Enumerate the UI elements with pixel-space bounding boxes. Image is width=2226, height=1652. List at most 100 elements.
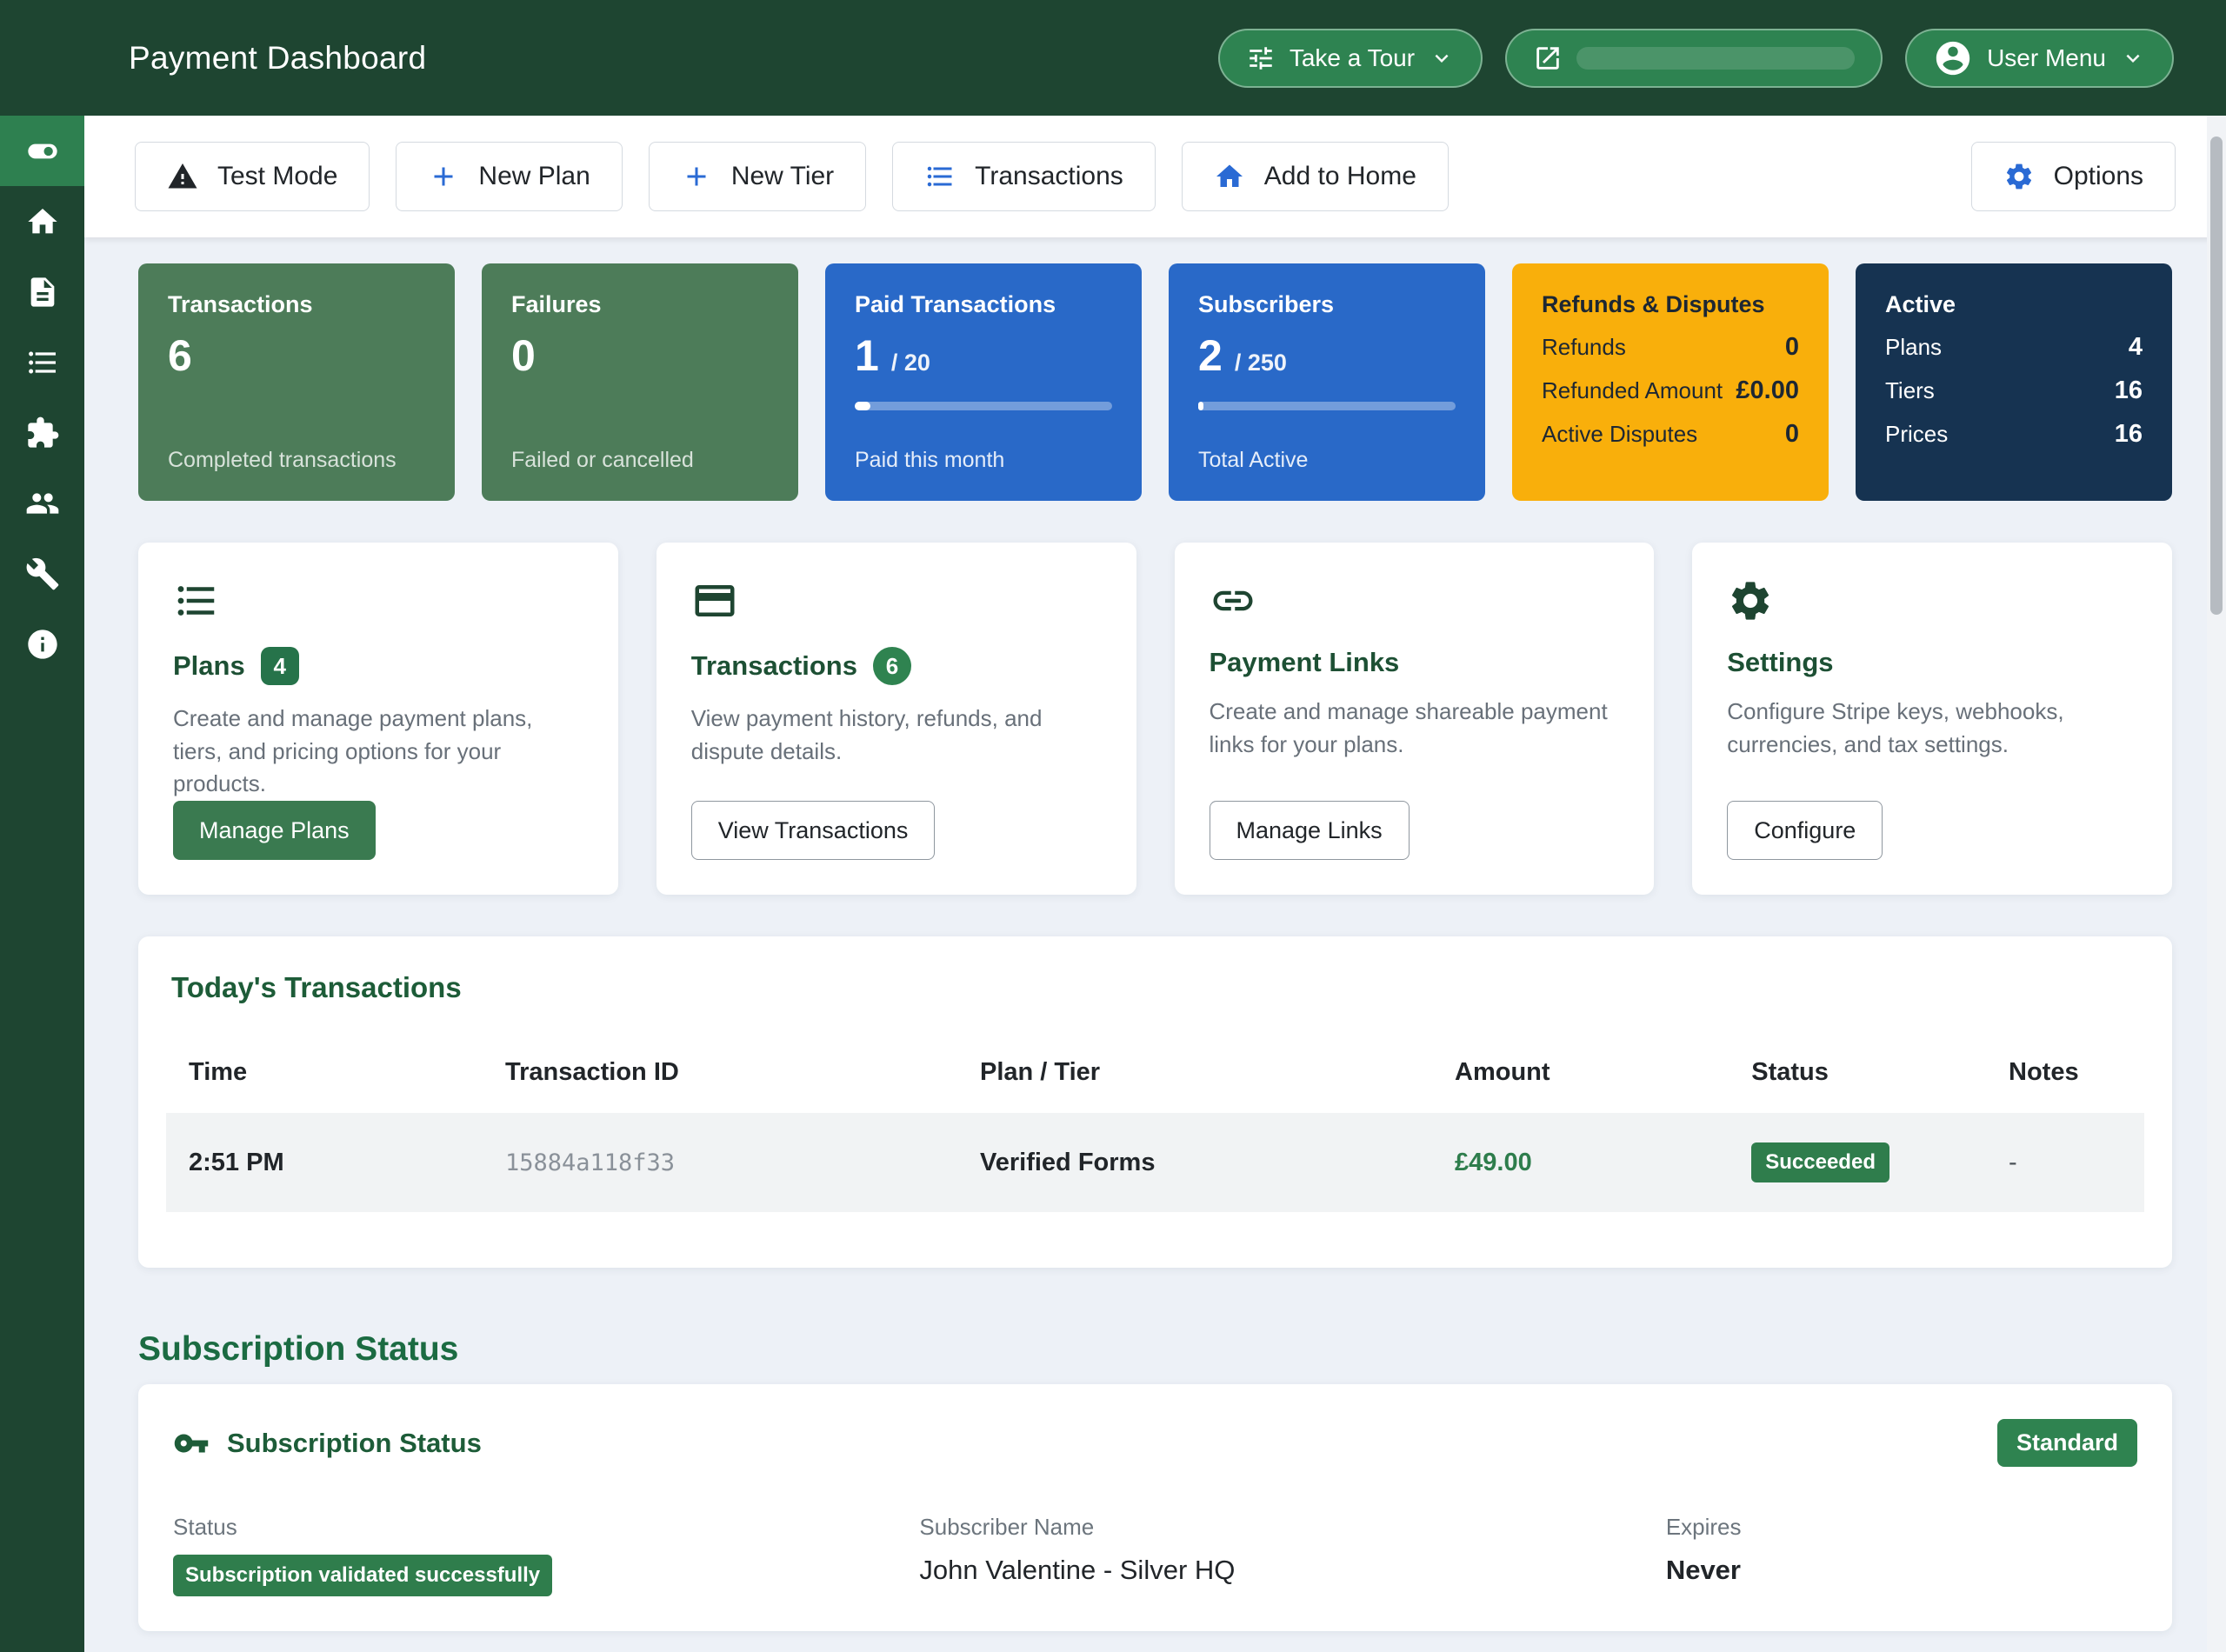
subscription-status-card: Subscription Status Standard Status Subs… bbox=[138, 1384, 2172, 1631]
list-icon bbox=[25, 345, 60, 380]
validation-badge: Subscription validated successfully bbox=[173, 1555, 552, 1596]
document-icon bbox=[25, 275, 60, 310]
feature-description: View payment history, refunds, and dispu… bbox=[691, 703, 1102, 768]
transactions-button[interactable]: Transactions bbox=[892, 142, 1156, 211]
status-badge: Succeeded bbox=[1751, 1142, 1889, 1182]
feature-title: Plans bbox=[173, 650, 245, 682]
feature-title-row: Plans 4 bbox=[173, 647, 583, 685]
stat-card-subscribers: Subscribers 2 / 250 Total Active bbox=[1169, 263, 1485, 501]
stat-title: Transactions bbox=[168, 291, 425, 318]
take-a-tour-button[interactable]: Take a Tour bbox=[1218, 29, 1483, 88]
sidebar-item-info[interactable] bbox=[0, 609, 84, 679]
count-badge: 6 bbox=[873, 647, 911, 685]
feature-title-row: Settings bbox=[1727, 647, 2137, 678]
test-mode-button[interactable]: Test Mode bbox=[135, 142, 370, 211]
wrench-icon bbox=[25, 556, 60, 591]
scrollbar-thumb[interactable] bbox=[2210, 137, 2223, 615]
scrollbar[interactable] bbox=[2207, 116, 2226, 1652]
stat-kv-row: Prices 16 bbox=[1885, 420, 2143, 449]
sidebar-item-list[interactable] bbox=[0, 327, 84, 397]
header: Payment Dashboard Take a Tour User Menu bbox=[0, 0, 2226, 116]
field-subscriber-name: Subscriber Name John Valentine - Silver … bbox=[919, 1514, 1665, 1596]
progress-fill bbox=[1198, 402, 1203, 410]
plus-icon bbox=[428, 161, 459, 192]
main-content: Transactions 6 Completed transactions Fa… bbox=[84, 237, 2226, 1652]
cell-plan-tier: Verified Forms bbox=[957, 1113, 1432, 1212]
subscriber-name: John Valentine - Silver HQ bbox=[919, 1555, 1665, 1586]
feature-title: Payment Links bbox=[1210, 647, 1400, 678]
manage-links-button[interactable]: Manage Links bbox=[1210, 801, 1410, 860]
feature-title: Settings bbox=[1727, 647, 1833, 678]
sidebar-item-toggle[interactable] bbox=[0, 116, 84, 186]
view-transactions-button[interactable]: View Transactions bbox=[691, 801, 936, 860]
stat-title: Failures bbox=[511, 291, 769, 318]
column-header-notes: Notes bbox=[1986, 1032, 2144, 1113]
list-icon bbox=[924, 161, 956, 192]
sidebar-item-documents[interactable] bbox=[0, 256, 84, 327]
transactions-table: Time Transaction ID Plan / Tier Amount S… bbox=[166, 1032, 2144, 1212]
stat-title: Paid Transactions bbox=[855, 291, 1112, 318]
table-row: 2:51 PM 15884a118f33 Verified Forms £49.… bbox=[166, 1113, 2144, 1212]
options-label: Options bbox=[2054, 162, 2143, 191]
options-button[interactable]: Options bbox=[1971, 142, 2176, 211]
kv-label: Prices bbox=[1885, 421, 1948, 448]
puzzle-icon bbox=[25, 416, 60, 450]
new-tier-button[interactable]: New Tier bbox=[649, 142, 866, 211]
feature-card-transactions: Transactions 6 View payment history, ref… bbox=[656, 543, 1136, 895]
sidebar-item-home[interactable] bbox=[0, 186, 84, 256]
stat-subtitle: Total Active bbox=[1198, 448, 1456, 473]
key-icon bbox=[173, 1425, 210, 1462]
user-menu-button[interactable]: User Menu bbox=[1905, 29, 2174, 88]
stat-subtitle: Failed or cancelled bbox=[511, 448, 769, 473]
feature-title-row: Payment Links bbox=[1210, 647, 1620, 678]
subscription-status-section-heading: Subscription Status bbox=[138, 1330, 2172, 1369]
page-title: Payment Dashboard bbox=[129, 40, 426, 77]
redacted-text bbox=[1576, 47, 1855, 70]
progress-bar bbox=[1198, 402, 1456, 410]
stat-value-line: 1 / 20 bbox=[855, 330, 1112, 381]
users-icon bbox=[25, 486, 60, 521]
sidebar-item-tools[interactable] bbox=[0, 538, 84, 609]
sidebar-item-users[interactable] bbox=[0, 468, 84, 538]
stat-card-failures: Failures 0 Failed or cancelled bbox=[482, 263, 798, 501]
column-header-amount: Amount bbox=[1432, 1032, 1729, 1113]
feature-card-settings: Settings Configure Stripe keys, webhooks… bbox=[1692, 543, 2172, 895]
cell-time: 2:51 PM bbox=[166, 1113, 483, 1212]
kv-value: 4 bbox=[2129, 333, 2143, 362]
external-link-icon bbox=[1533, 43, 1563, 73]
user-menu-label: User Menu bbox=[1987, 44, 2106, 72]
new-tier-label: New Tier bbox=[731, 162, 834, 191]
sidebar-item-addons[interactable] bbox=[0, 397, 84, 468]
feature-card-payment-links: Payment Links Create and manage shareabl… bbox=[1175, 543, 1655, 895]
field-expires: Expires Never bbox=[1666, 1514, 2137, 1596]
test-mode-label: Test Mode bbox=[217, 162, 337, 191]
column-header-status: Status bbox=[1729, 1032, 1986, 1113]
feature-description: Configure Stripe keys, webhooks, currenc… bbox=[1727, 696, 2137, 761]
add-to-home-button[interactable]: Add to Home bbox=[1182, 142, 1449, 211]
kv-value: 0 bbox=[1785, 420, 1799, 449]
transactions-label: Transactions bbox=[975, 162, 1123, 191]
stats-row: Transactions 6 Completed transactions Fa… bbox=[138, 263, 2172, 501]
tier-badge: Standard bbox=[1997, 1419, 2137, 1467]
list-icon bbox=[173, 577, 220, 624]
toggle-icon bbox=[25, 134, 60, 169]
stat-value: 2 bbox=[1198, 330, 1223, 381]
kv-label: Plans bbox=[1885, 334, 1942, 361]
column-header-time: Time bbox=[166, 1032, 483, 1113]
configure-button[interactable]: Configure bbox=[1727, 801, 1883, 860]
user-avatar-icon bbox=[1933, 38, 1973, 78]
add-to-home-label: Add to Home bbox=[1264, 162, 1416, 191]
new-plan-button[interactable]: New Plan bbox=[396, 142, 622, 211]
field-label: Expires bbox=[1666, 1514, 2137, 1541]
kv-label: Tiers bbox=[1885, 377, 1935, 404]
chevron-down-icon bbox=[2120, 45, 2146, 71]
info-icon bbox=[25, 627, 60, 662]
stat-card-active: Active Plans 4 Tiers 16 Prices 16 bbox=[1856, 263, 2172, 501]
subscription-card-title: Subscription Status bbox=[227, 1428, 482, 1459]
progress-fill bbox=[855, 402, 870, 410]
manage-plans-button[interactable]: Manage Plans bbox=[173, 801, 376, 860]
count-badge: 4 bbox=[261, 647, 299, 685]
open-external-button[interactable] bbox=[1505, 29, 1883, 88]
link-icon bbox=[1210, 577, 1256, 624]
plus-icon bbox=[681, 161, 712, 192]
